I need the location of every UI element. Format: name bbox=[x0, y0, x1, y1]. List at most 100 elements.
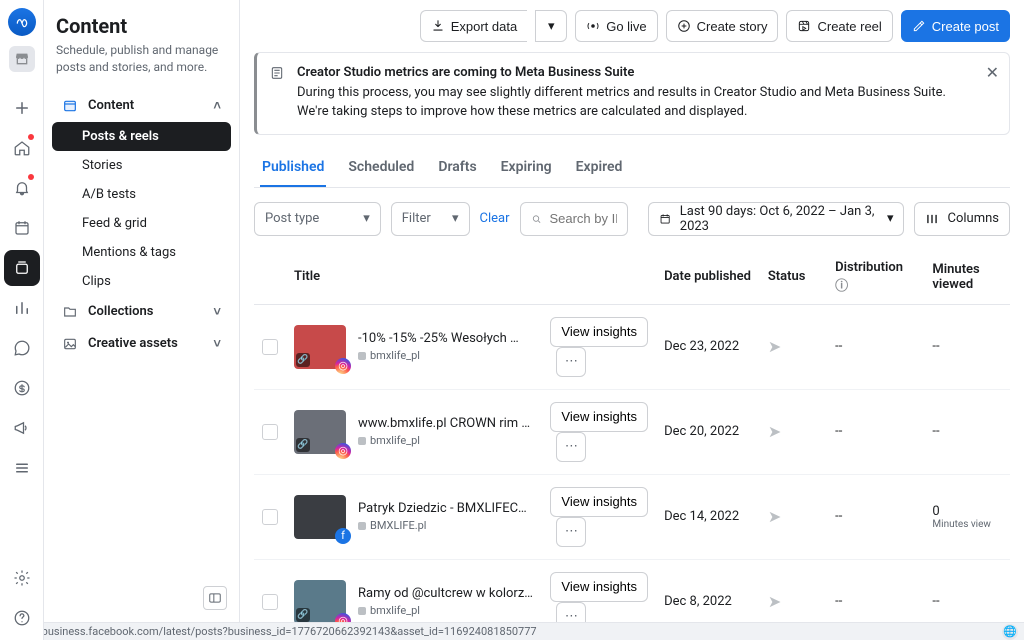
row-checkbox[interactable] bbox=[262, 339, 278, 355]
clear-filters[interactable]: Clear bbox=[480, 211, 510, 226]
nav-collections[interactable]: Collections ˅ bbox=[52, 296, 231, 328]
post-minutes: 0Minutes view bbox=[924, 474, 1010, 559]
post-title[interactable]: www.bmxlife.pl CROWN rim … bbox=[358, 416, 530, 431]
view-insights-button[interactable]: View insights bbox=[550, 572, 648, 602]
post-source: bmxlife_pl bbox=[358, 434, 530, 447]
content-tabs: Published Scheduled Drafts Expiring Expired bbox=[254, 149, 1010, 188]
post-status: ➤ bbox=[760, 389, 827, 474]
meta-logo[interactable] bbox=[8, 8, 36, 36]
rail-create[interactable] bbox=[4, 90, 40, 126]
storefront-icon bbox=[14, 51, 30, 67]
info-icon: ⓘ bbox=[835, 279, 848, 294]
link-badge-icon: 🔗 bbox=[296, 608, 310, 622]
rail-more[interactable] bbox=[4, 450, 40, 486]
view-insights-button[interactable]: View insights bbox=[550, 317, 648, 347]
rail-monetization[interactable] bbox=[4, 370, 40, 406]
tab-expired[interactable]: Expired bbox=[574, 149, 625, 187]
megaphone-icon bbox=[13, 419, 31, 437]
live-icon bbox=[586, 19, 600, 33]
tab-published[interactable]: Published bbox=[260, 149, 326, 187]
close-banner[interactable]: ✕ bbox=[986, 63, 999, 82]
filter-bar: Post type▾ Filter▾ Clear Last 90 days: O… bbox=[254, 188, 1010, 250]
instagram-icon: ◎ bbox=[335, 613, 351, 622]
rail-ads[interactable] bbox=[4, 410, 40, 446]
rail-content[interactable] bbox=[4, 250, 40, 286]
rail-home[interactable] bbox=[4, 130, 40, 166]
post-title[interactable]: Patryk Dziedzic - BMXLIFEC… bbox=[358, 501, 527, 516]
sidebar-item-clips[interactable]: Clips bbox=[52, 267, 231, 296]
tab-drafts[interactable]: Drafts bbox=[436, 149, 478, 187]
row-checkbox[interactable] bbox=[262, 594, 278, 610]
info-icon bbox=[269, 65, 285, 81]
table-row: 🔗◎ -10% -15% -25% Wesołych … bmxlife_pl Vie… bbox=[254, 304, 1010, 389]
post-minutes: -- bbox=[924, 304, 1010, 389]
sidebar-item-a-b-tests[interactable]: A/B tests bbox=[52, 180, 231, 209]
table-row: 🔗◎Ramy od @cultcrew w kolorz…bmxlife_plV… bbox=[254, 559, 1010, 622]
create-post-button[interactable]: Create post bbox=[901, 10, 1010, 42]
collapse-sidebar[interactable] bbox=[203, 586, 227, 610]
menu-icon bbox=[13, 459, 31, 477]
rail-insights[interactable] bbox=[4, 290, 40, 326]
go-live-button[interactable]: Go live bbox=[575, 10, 657, 42]
compose-icon bbox=[912, 19, 926, 33]
rail-notifications[interactable] bbox=[4, 170, 40, 206]
col-date: Date published bbox=[656, 250, 760, 305]
post-title[interactable]: Ramy od @cultcrew w kolorz… bbox=[358, 586, 533, 601]
view-insights-button[interactable]: View insights bbox=[550, 487, 648, 517]
search-box[interactable] bbox=[520, 202, 629, 236]
date-range-picker[interactable]: Last 90 days: Oct 6, 2022 – Jan 3, 2023 … bbox=[648, 202, 904, 236]
nav-content-label: Content bbox=[88, 98, 134, 113]
chevron-down-icon: ˅ bbox=[213, 304, 221, 320]
rail-help[interactable] bbox=[4, 600, 40, 636]
create-reel-button[interactable]: Create reel bbox=[786, 10, 892, 42]
home-icon bbox=[13, 139, 31, 157]
sidebar-item-mentions-tags[interactable]: Mentions & tags bbox=[52, 238, 231, 267]
nav-content[interactable]: Content ˄ bbox=[52, 90, 231, 122]
filter-select[interactable]: Filter▾ bbox=[391, 202, 470, 236]
post-thumbnail[interactable]: 🔗◎ bbox=[294, 410, 346, 454]
chat-icon bbox=[13, 339, 31, 357]
tab-expiring[interactable]: Expiring bbox=[499, 149, 554, 187]
columns-button[interactable]: Columns bbox=[914, 202, 1010, 236]
nav-creative-assets[interactable]: Creative assets ˅ bbox=[52, 328, 231, 360]
row-more-button[interactable]: ⋯ bbox=[556, 602, 586, 622]
plus-circle-icon bbox=[677, 19, 691, 33]
tab-scheduled[interactable]: Scheduled bbox=[346, 149, 416, 187]
export-data-button[interactable]: Export data bbox=[420, 10, 528, 42]
post-source: BMXLIFE.pl bbox=[358, 519, 527, 532]
post-distribution: -- bbox=[827, 389, 924, 474]
search-input[interactable] bbox=[549, 211, 617, 226]
send-icon: ➤ bbox=[768, 422, 781, 441]
export-caret[interactable]: ▾ bbox=[535, 10, 567, 42]
link-badge-icon: 🔗 bbox=[296, 438, 310, 452]
post-thumbnail[interactable]: 🔗◎ bbox=[294, 580, 346, 622]
post-status: ➤ bbox=[760, 304, 827, 389]
view-insights-button[interactable]: View insights bbox=[550, 402, 648, 432]
create-story-button[interactable]: Create story bbox=[666, 10, 779, 42]
plus-icon bbox=[13, 99, 31, 117]
help-icon bbox=[13, 609, 31, 627]
rail-calendar[interactable] bbox=[4, 210, 40, 246]
row-more-button[interactable]: ⋯ bbox=[556, 432, 586, 462]
send-icon: ➤ bbox=[768, 337, 781, 356]
row-checkbox[interactable] bbox=[262, 509, 278, 525]
post-source: bmxlife_pl bbox=[358, 349, 519, 362]
post-minutes: -- bbox=[924, 559, 1010, 622]
row-checkbox[interactable] bbox=[262, 424, 278, 440]
caret-down-icon: ▾ bbox=[887, 211, 894, 226]
dollar-icon bbox=[13, 379, 31, 397]
globe-icon[interactable]: 🌐 bbox=[1002, 624, 1018, 640]
post-thumbnail[interactable]: f bbox=[294, 495, 346, 539]
sidebar-item-stories[interactable]: Stories bbox=[52, 151, 231, 180]
row-more-button[interactable]: ⋯ bbox=[556, 517, 586, 547]
rail-inbox[interactable] bbox=[4, 330, 40, 366]
sidebar-item-feed-grid[interactable]: Feed & grid bbox=[52, 209, 231, 238]
post-thumbnail[interactable]: 🔗◎ bbox=[294, 325, 346, 369]
collection-icon bbox=[13, 259, 31, 277]
rail-settings[interactable] bbox=[4, 560, 40, 596]
post-title[interactable]: -10% -15% -25% Wesołych … bbox=[358, 331, 519, 346]
account-avatar[interactable] bbox=[9, 46, 35, 72]
post-type-select[interactable]: Post type▾ bbox=[254, 202, 381, 236]
sidebar-item-posts-reels[interactable]: Posts & reels bbox=[52, 122, 231, 151]
row-more-button[interactable]: ⋯ bbox=[556, 347, 586, 377]
